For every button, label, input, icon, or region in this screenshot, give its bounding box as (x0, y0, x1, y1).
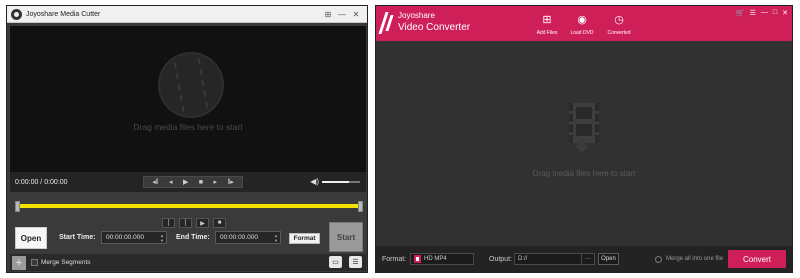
start-button[interactable]: Start (329, 222, 363, 252)
play-segment-button[interactable]: ▶ (196, 218, 209, 228)
browse-button[interactable]: ··· (581, 253, 595, 265)
load-dvd-button[interactable]: ◉ Load DVD (566, 13, 598, 36)
minimize-button[interactable]: — (761, 9, 768, 17)
stop-icon[interactable]: ■ (199, 179, 203, 186)
add-segment-icon[interactable]: + (12, 255, 26, 270)
end-time-spinner-icon[interactable]: ▲ ▼ (274, 233, 278, 243)
convert-button[interactable]: Convert (728, 250, 786, 268)
brand-name: Joyoshare (398, 11, 435, 20)
converted-label: Converted (607, 30, 631, 36)
format-value: HD MP4 (424, 256, 447, 262)
dvd-icon: ◉ (577, 14, 587, 26)
video-preview-area[interactable]: Drag media files here to start (10, 26, 366, 172)
next-frame-icon[interactable]: ‖▸ (227, 179, 233, 186)
stop-segment-button[interactable]: ■ (213, 218, 226, 228)
mp4-format-icon (414, 255, 421, 263)
merge-label: Merge all into one file (666, 256, 724, 262)
edit-list-icon[interactable]: ☰ (349, 256, 362, 268)
merge-radio[interactable] (655, 256, 662, 263)
timeline-start-handle[interactable] (15, 201, 20, 212)
bottom-bar: + Merge Segments ▭ ☰ (10, 254, 366, 271)
merge-segments-checkbox[interactable] (31, 259, 38, 266)
end-time-label: End Time: (176, 234, 210, 241)
load-dvd-label: Load DVD (570, 30, 594, 36)
drop-area[interactable]: Drag media files here to start (376, 41, 792, 246)
cart-icon[interactable]: 🛒 (736, 9, 745, 17)
film-strip-icon (569, 103, 599, 143)
playback-buttons: ◂‖ ◂ ▶ ■ ▸ ‖▸ (143, 176, 243, 188)
rewind-icon[interactable]: ◂ (169, 179, 173, 186)
segment-controls: [ ] ▶ ■ (162, 218, 226, 228)
close-button[interactable]: ✕ (782, 9, 788, 17)
volume-level-fill (322, 180, 349, 183)
previous-frame-icon[interactable]: ◂‖ (152, 179, 158, 186)
playback-controls: 0:00:00 / 0:00:00 ◂‖ ◂ ▶ ■ ▸ ‖▸ ◀) (10, 172, 366, 192)
add-files-label: Add Files (536, 30, 558, 36)
timeline-selection (19, 204, 359, 208)
minimize-button[interactable]: — (335, 8, 349, 21)
end-time-input[interactable]: 00:00:00.000 ▲ ▼ (215, 231, 281, 244)
mark-out-button[interactable]: ] (179, 218, 192, 228)
header-bar: Joyoshare Video Converter ⊞ Add Files ◉ … (376, 6, 792, 41)
forward-icon[interactable]: ▸ (213, 179, 217, 186)
add-files-button[interactable]: ⊞ Add Files (531, 13, 563, 36)
output-label: Output: (489, 256, 512, 263)
timeline-end-handle[interactable] (358, 201, 363, 212)
output-path-value: D:// (518, 256, 528, 262)
media-cutter-window: Joyoshare Media Cutter ⊞ — ✕ Drag media … (6, 5, 368, 273)
drag-media-hint: Drag media files here to start (133, 122, 243, 132)
output-path-field[interactable]: D:// (514, 253, 582, 265)
timeline[interactable] (15, 201, 363, 213)
footer-bar: Format: HD MP4 Output: D:// ··· Open Mer… (376, 246, 792, 272)
start-time-label: Start Time: (59, 234, 96, 241)
app-logo-icon (11, 8, 22, 20)
close-button[interactable]: ✕ (349, 8, 363, 21)
product-name: Video Converter (398, 22, 471, 33)
open-button[interactable]: Open (15, 227, 47, 249)
screenshot-icon[interactable]: ▭ (329, 256, 342, 268)
open-folder-button[interactable]: Open (598, 253, 619, 265)
format-label: Format: (382, 256, 407, 263)
video-converter-window: Joyoshare Video Converter ⊞ Add Files ◉ … (375, 5, 793, 273)
drop-hint: Drag media files here to start (532, 169, 636, 178)
start-time-input[interactable]: 00:00:00.000 ▲ ▼ (101, 231, 167, 244)
add-files-icon: ⊞ (542, 14, 552, 26)
film-reel-icon (158, 52, 224, 118)
volume-icon[interactable]: ◀) (310, 177, 319, 186)
maximize-button[interactable]: □ (773, 9, 777, 17)
merge-segments-label: Merge Segments (41, 259, 91, 266)
volume-control: ◀) (310, 177, 360, 186)
menu-icon[interactable]: ☰ (750, 9, 756, 17)
volume-slider[interactable] (322, 180, 360, 183)
play-icon[interactable]: ▶ (183, 179, 188, 186)
settings-icon[interactable]: ⊞ (321, 8, 335, 21)
time-display: 0:00:00 / 0:00:00 (15, 178, 68, 186)
converted-button[interactable]: ◷ Converted (603, 13, 635, 36)
window-title: Joyoshare Media Cutter (26, 10, 101, 18)
end-time-value: 00:00:00.000 (220, 234, 258, 241)
start-time-value: 00:00:00.000 (106, 234, 144, 241)
start-time-spinner-icon[interactable]: ▲ ▼ (160, 233, 164, 243)
download-arrow-icon (575, 145, 589, 153)
title-bar: Joyoshare Media Cutter ⊞ — ✕ (7, 6, 367, 23)
mark-in-button[interactable]: [ (162, 218, 175, 228)
window-controls: 🛒 ☰ — □ ✕ (736, 9, 788, 17)
format-button[interactable]: Format (289, 233, 320, 244)
format-select[interactable]: HD MP4 (410, 253, 474, 265)
clock-icon: ◷ (614, 14, 624, 26)
brand-logo-icon (382, 12, 394, 34)
